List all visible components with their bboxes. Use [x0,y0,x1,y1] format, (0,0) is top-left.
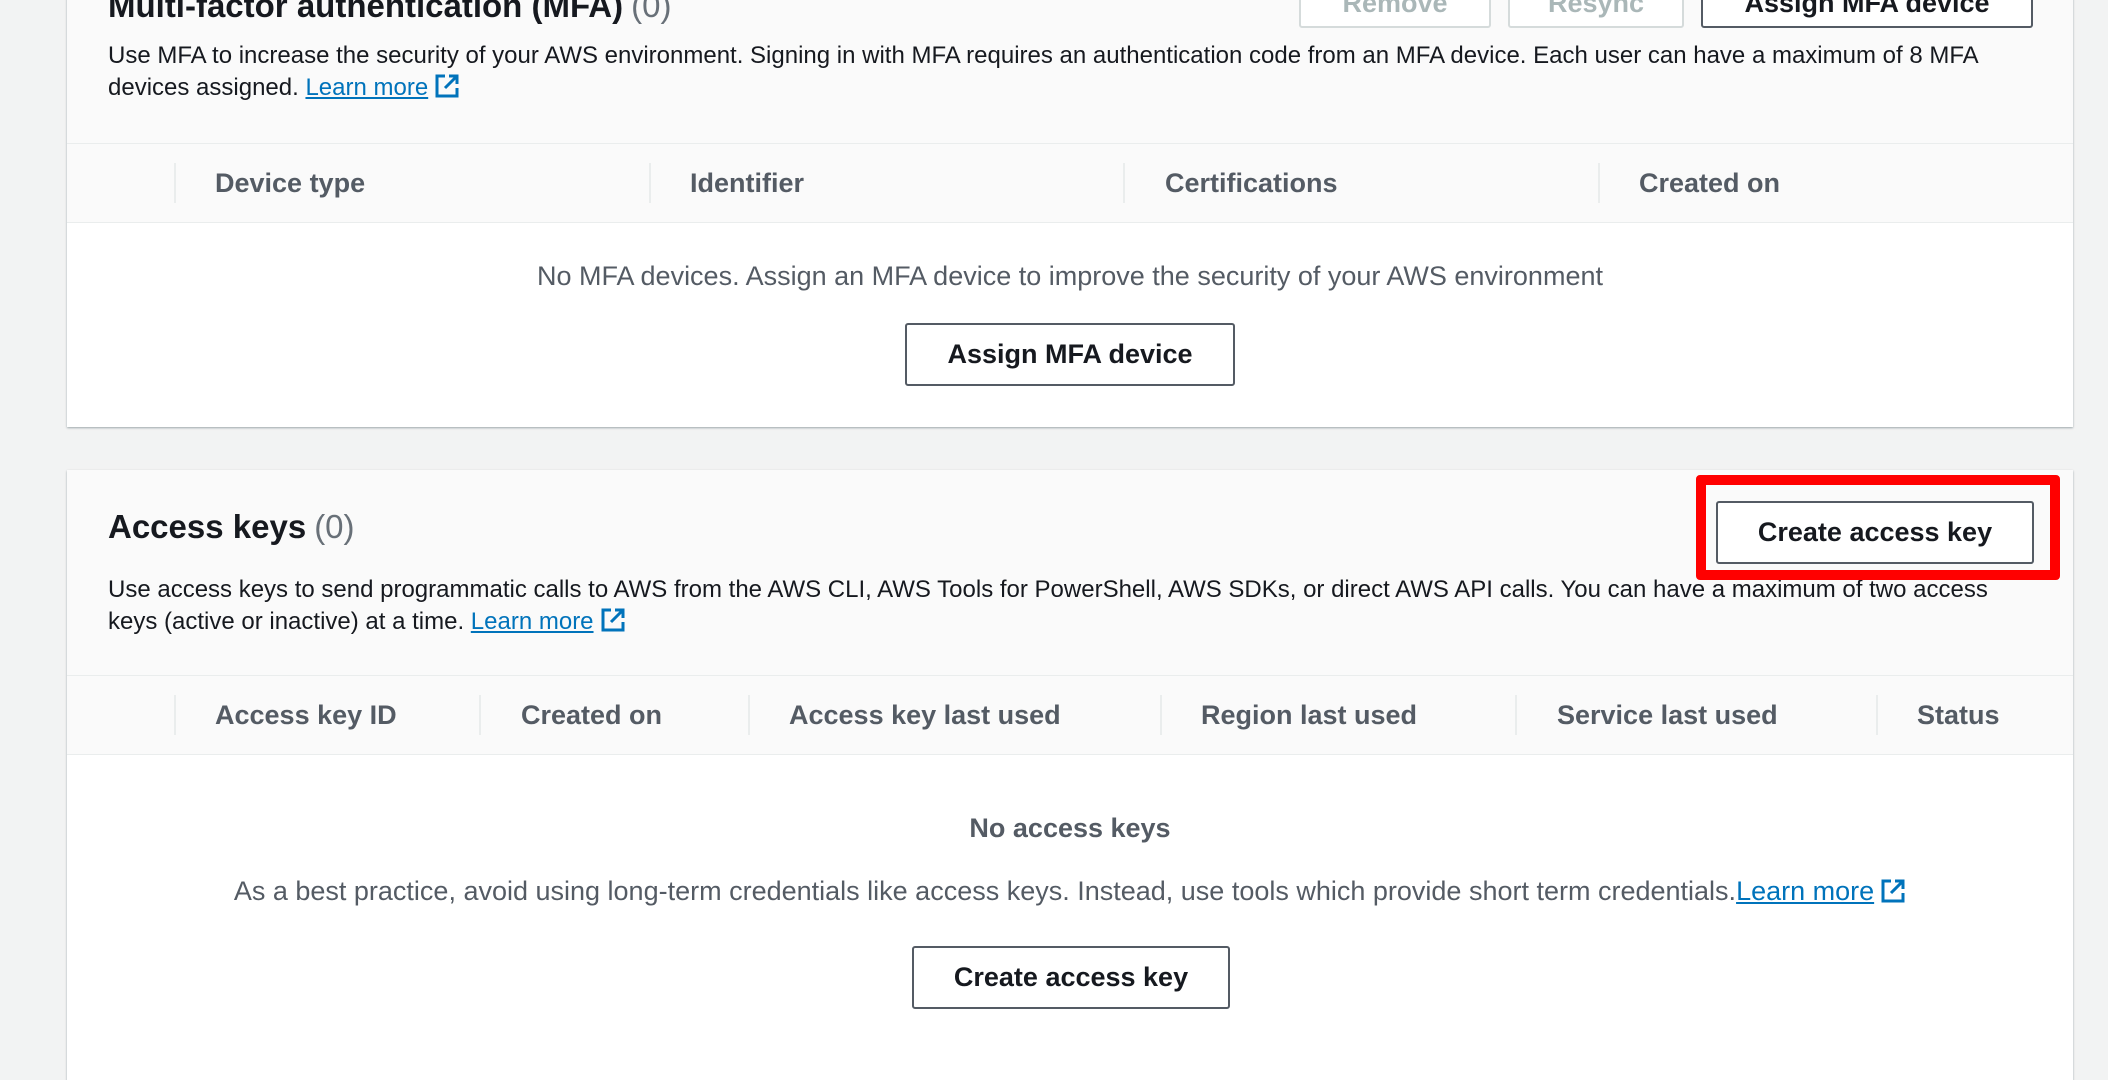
mfa-title: Multi-factor authentication (MFA) (0) [108,0,671,25]
create-access-key-empty-button[interactable]: Create access key [912,946,1230,1009]
access-keys-panel: Access keys (0) Create access key Use acc… [67,470,2073,1080]
column-divider [1876,695,1878,735]
access-keys-table-header: Access key ID Created on Access key last… [67,675,2073,755]
create-access-key-button[interactable]: Create access key [1716,501,2034,564]
mfa-count: (0) [631,0,672,24]
resync-mfa-button[interactable]: Resync [1508,0,1684,28]
mfa-panel: Multi-factor authentication (MFA) (0) Rem… [67,0,2073,427]
assign-mfa-device-button[interactable]: Assign MFA device [1701,0,2033,28]
column-divider [1160,695,1162,735]
access-keys-learn-more-label: Learn more [470,608,594,635]
column-divider [1123,163,1125,203]
access-keys-learn-more-link[interactable]: Learn more [471,608,626,635]
access-keys-title: Access keys (0) [108,508,355,546]
access-keys-title-text: Access keys [108,508,307,545]
mfa-learn-more-link[interactable]: Learn more [305,74,460,101]
access-keys-empty-message: As a best practice, avoid using long-ter… [67,876,2073,907]
column-certifications[interactable]: Certifications [1165,144,1338,222]
access-keys-panel-header: Access keys (0) Create access key Use acc… [67,470,2073,676]
access-keys-empty-learn-more-label: Learn more [1736,876,1875,906]
column-identifier[interactable]: Identifier [690,144,804,222]
access-keys-empty-message-text: As a best practice, avoid using long-ter… [233,876,1737,906]
mfa-table-header: Device type Identifier Certifications Cr… [67,143,2073,223]
column-divider [174,163,176,203]
column-created-on[interactable]: Created on [1639,144,1780,222]
access-keys-empty-title: No access keys [969,813,1171,843]
column-created-on[interactable]: Created on [521,676,662,754]
column-status[interactable]: Status [1917,676,2000,754]
iam-user-security-credentials-page: Multi-factor authentication (MFA) (0) Rem… [0,0,2108,1080]
assign-mfa-device-empty-button[interactable]: Assign MFA device [905,323,1235,386]
column-divider [748,695,750,735]
remove-mfa-button[interactable]: Remove [1299,0,1491,28]
mfa-empty-message: No MFA devices. Assign an MFA device to … [537,261,1603,291]
column-divider [1515,695,1517,735]
column-divider [174,695,176,735]
external-link-icon [601,608,625,632]
mfa-learn-more-label: Learn more [305,74,429,101]
access-keys-empty-learn-more-link[interactable]: Learn more [1736,876,1906,906]
column-access-key-last-used[interactable]: Access key last used [789,676,1061,754]
column-device-type[interactable]: Device type [215,144,365,222]
mfa-title-text: Multi-factor authentication (MFA) [108,0,624,24]
column-service-last-used[interactable]: Service last used [1557,676,1778,754]
external-link-icon [1881,879,1905,903]
column-divider [649,163,651,203]
mfa-panel-header: Multi-factor authentication (MFA) (0) Rem… [67,0,2073,144]
access-keys-count: (0) [314,508,355,545]
column-divider [479,695,481,735]
column-divider [1598,163,1600,203]
access-keys-description: Use access keys to send programmatic cal… [108,574,2033,638]
column-region-last-used[interactable]: Region last used [1201,676,1417,754]
column-access-key-id[interactable]: Access key ID [215,676,397,754]
external-link-icon [435,74,459,98]
access-keys-description-text: Use access keys to send programmatic cal… [108,576,1988,635]
mfa-description: Use MFA to increase the security of your… [108,40,2033,104]
